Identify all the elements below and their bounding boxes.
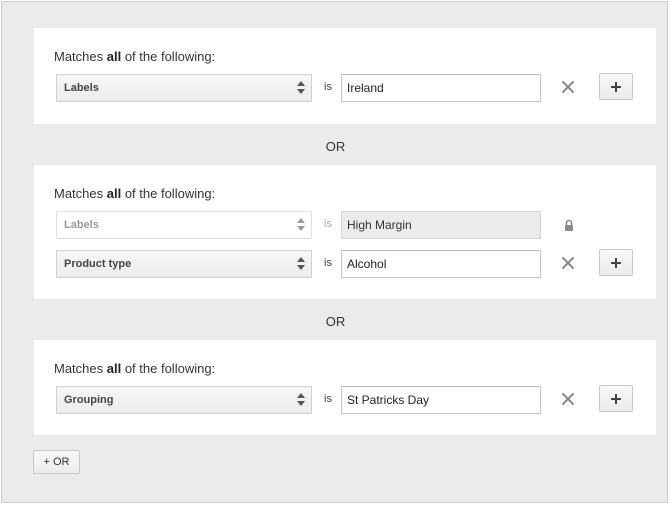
or-separator: OR <box>325 314 346 329</box>
close-icon[interactable] <box>561 392 575 406</box>
plus-icon <box>611 393 621 404</box>
condition-row-locked: Labels is <box>56 211 636 239</box>
lock-icon <box>565 219 573 231</box>
value-input[interactable] <box>341 250 541 278</box>
condition-row: Product type is <box>56 249 636 278</box>
operator-label: is <box>324 393 332 405</box>
field-select-label: Product type <box>64 258 132 270</box>
add-condition-button[interactable] <box>599 249 633 276</box>
operator-label: is <box>324 257 332 269</box>
plus-icon <box>611 81 621 92</box>
group-title: Matches all of the following: <box>54 186 216 201</box>
add-or-button[interactable]: + OR <box>33 450 80 474</box>
field-select-label: Grouping <box>64 394 114 406</box>
operator-label: is <box>324 81 332 93</box>
field-select-label: Labels <box>64 219 99 231</box>
sort-arrows-icon <box>297 81 305 95</box>
condition-group-1: Matches all of the following: Labels is <box>34 28 656 124</box>
sort-arrows-icon <box>297 218 305 232</box>
group-title: Matches all of the following: <box>54 49 216 64</box>
condition-group-2: Matches all of the following: Labels is … <box>34 165 656 299</box>
value-input[interactable] <box>341 74 541 102</box>
sort-arrows-icon <box>297 393 305 407</box>
add-condition-button[interactable] <box>599 73 633 100</box>
field-select[interactable]: Product type <box>56 250 312 278</box>
add-condition-button[interactable] <box>599 385 633 412</box>
field-select-label: Labels <box>64 82 99 94</box>
condition-group-3: Matches all of the following: Grouping i… <box>34 340 656 435</box>
field-select: Labels <box>56 211 312 239</box>
close-icon[interactable] <box>561 256 575 270</box>
condition-row: Grouping is <box>56 385 636 414</box>
condition-builder: Matches all of the following: Labels is … <box>1 1 668 503</box>
close-icon[interactable] <box>561 80 575 94</box>
value-input[interactable] <box>341 386 541 414</box>
field-select[interactable]: Labels <box>56 74 312 102</box>
plus-icon <box>611 257 621 268</box>
operator-label: is <box>324 218 332 230</box>
field-select[interactable]: Grouping <box>56 386 312 414</box>
value-input <box>341 211 541 239</box>
sort-arrows-icon <box>297 257 305 271</box>
or-separator: OR <box>325 139 346 154</box>
condition-row: Labels is <box>56 73 636 102</box>
group-title: Matches all of the following: <box>54 361 216 376</box>
